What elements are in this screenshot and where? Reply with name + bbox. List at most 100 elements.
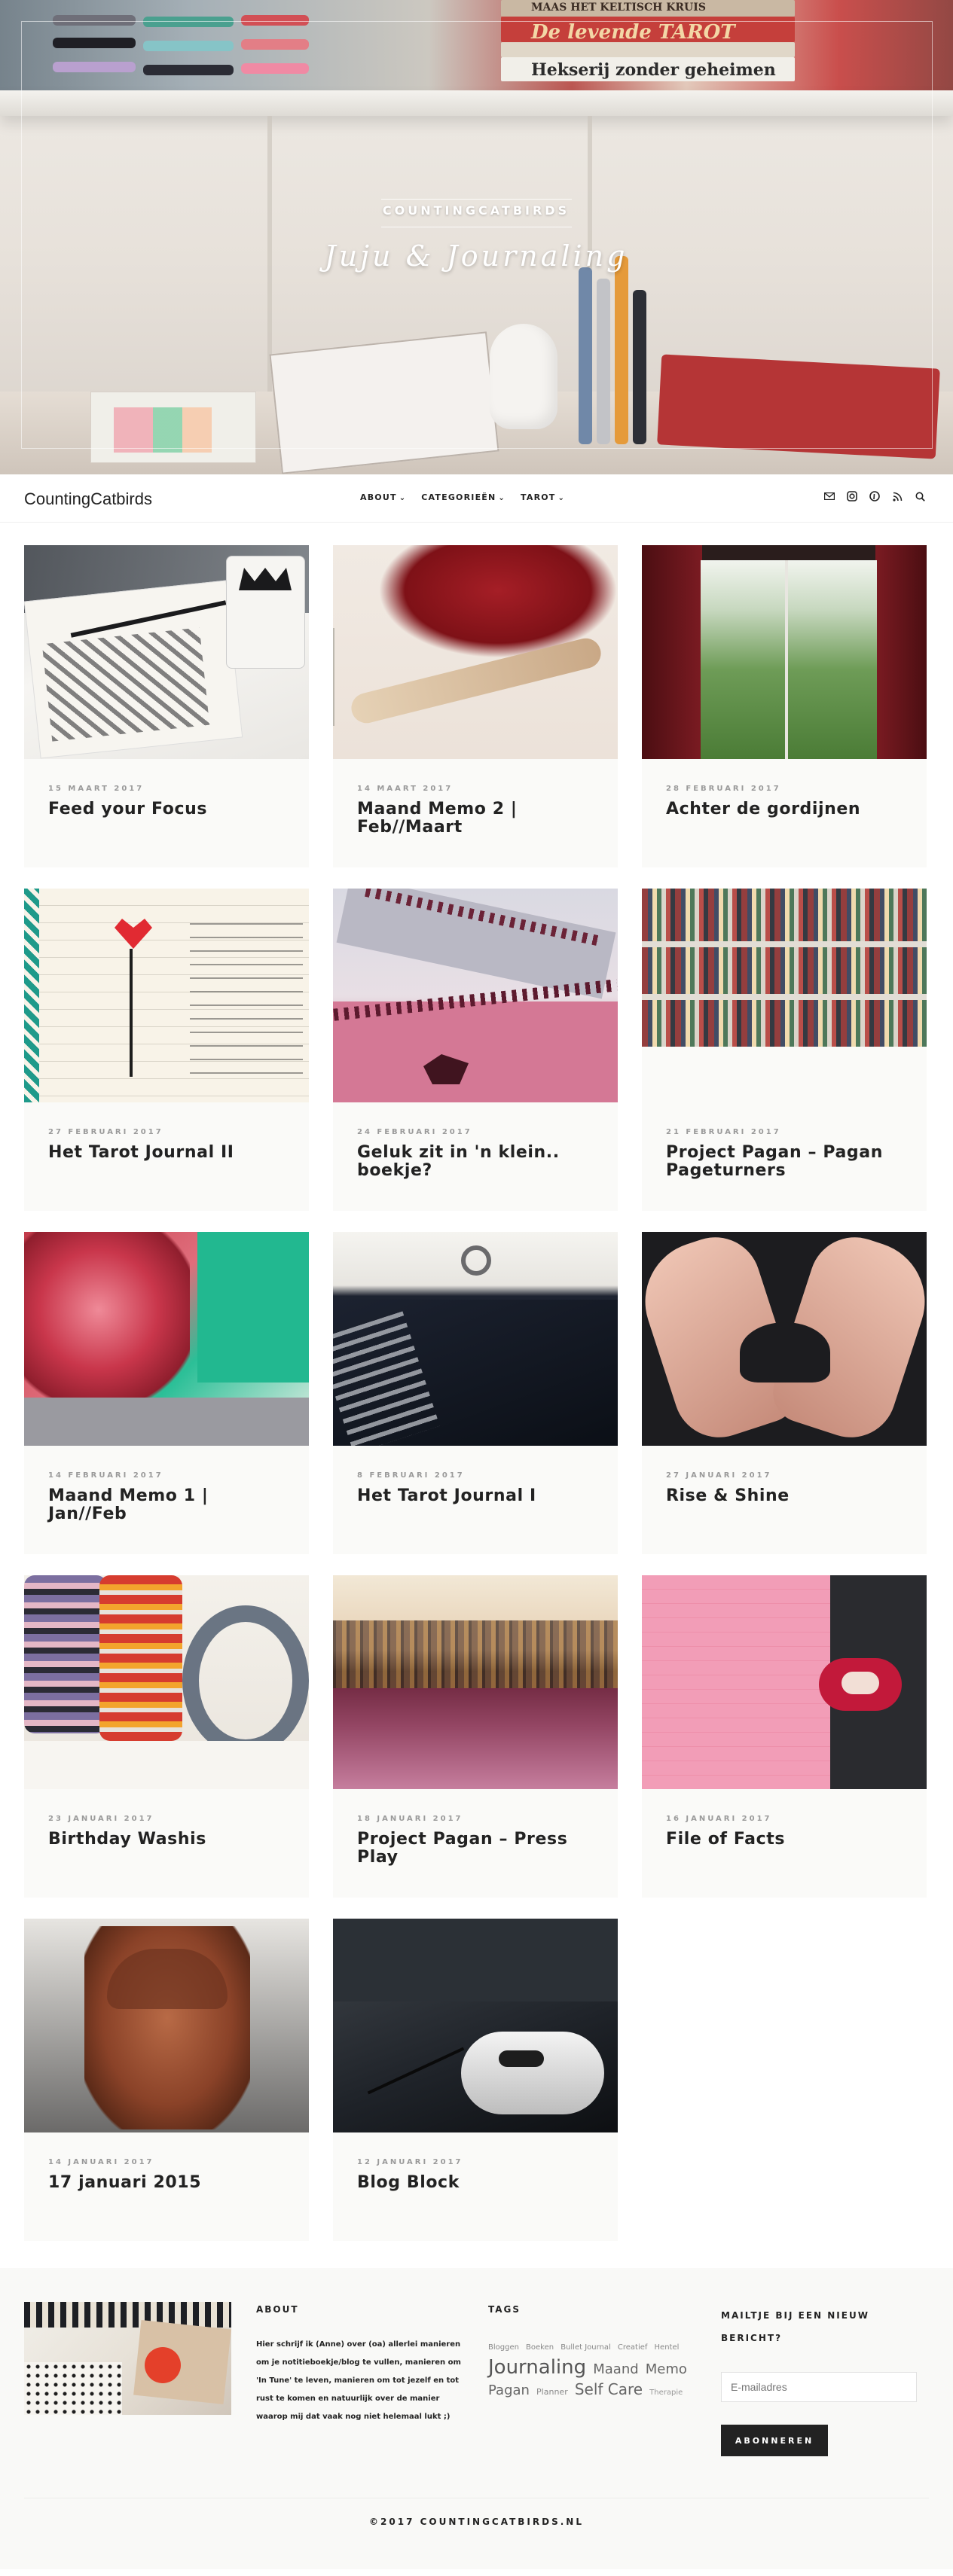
rss-icon[interactable] bbox=[890, 489, 904, 503]
post-title[interactable]: Rise & Shine bbox=[666, 1486, 903, 1505]
post-card[interactable]: 12 JANUARI 2017 Blog Block bbox=[333, 1919, 618, 2241]
post-meta: 14 JANUARI 2017 17 januari 2015 bbox=[24, 2132, 309, 2241]
post-title[interactable]: 17 januari 2015 bbox=[48, 2173, 285, 2192]
post-title[interactable]: Blog Block bbox=[357, 2173, 594, 2192]
post-date: 14 MAART 2017 bbox=[357, 785, 454, 793]
post-thumbnail[interactable] bbox=[24, 545, 309, 759]
subscribe-button[interactable]: ABONNEREN bbox=[721, 2425, 828, 2456]
post-title[interactable]: Maand Memo 1 | Jan//Feb bbox=[48, 1486, 285, 1523]
email-field[interactable] bbox=[721, 2372, 917, 2402]
post-row: 15 MAART 2017 Feed your Focus 14 MAART 2… bbox=[24, 545, 929, 867]
post-card[interactable]: 28 FEBRUARI 2017 Achter de gordijnen bbox=[642, 545, 927, 867]
post-card[interactable]: 24 FEBRUARI 2017 Geluk zit in 'n klein..… bbox=[333, 889, 618, 1211]
post-date: 16 JANUARI 2017 bbox=[666, 1815, 772, 1823]
post-card[interactable]: 23 JANUARI 2017 Birthday Washis bbox=[24, 1575, 309, 1898]
pinterest-icon[interactable] bbox=[868, 489, 881, 503]
chevron-down-icon: ⌄ bbox=[498, 494, 506, 502]
post-meta: 18 JANUARI 2017 Project Pagan – Press Pl… bbox=[333, 1789, 618, 1898]
post-meta: 27 JANUARI 2017 Rise & Shine bbox=[642, 1446, 927, 1554]
tag-link[interactable]: Bullet Journal bbox=[560, 2338, 611, 2358]
post-meta: 15 MAART 2017 Feed your Focus bbox=[24, 759, 309, 867]
footer-tags: TAGS Bloggen Boeken Bullet Journal Creat… bbox=[488, 2304, 699, 2403]
post-thumbnail[interactable] bbox=[642, 1575, 927, 1789]
tag-link[interactable]: Boeken bbox=[526, 2338, 554, 2358]
post-card[interactable]: 14 MAART 2017 Maand Memo 2 | Feb//Maart bbox=[333, 545, 618, 867]
post-grid: 15 MAART 2017 Feed your Focus 14 MAART 2… bbox=[0, 545, 953, 2241]
post-thumbnail[interactable] bbox=[333, 889, 618, 1102]
about-text: Hier schrijf ik (Anne) over (oa) allerle… bbox=[256, 2340, 461, 2421]
post-title[interactable]: Het Tarot Journal II bbox=[48, 1143, 285, 1162]
nav-menu: ABOUT ⌄ CATEGORIEËN ⌄ TAROT ⌄ bbox=[360, 492, 565, 502]
tag-cloud: Bloggen Boeken Bullet Journal Creatief H… bbox=[488, 2336, 699, 2403]
post-date: 21 FEBRUARI 2017 bbox=[666, 1128, 781, 1136]
post-card[interactable]: 14 FEBRUARI 2017 Maand Memo 1 | Jan//Feb bbox=[24, 1232, 309, 1554]
footer-subscribe: MAILTJE BIJ EEN NIEUW BERICHT? ABONNEREN bbox=[721, 2304, 928, 2456]
post-card[interactable]: 8 FEBRUARI 2017 Het Tarot Journal I bbox=[333, 1232, 618, 1554]
post-title[interactable]: Maand Memo 2 | Feb//Maart bbox=[357, 800, 594, 837]
post-meta: 14 MAART 2017 Maand Memo 2 | Feb//Maart bbox=[333, 759, 618, 867]
tag-link[interactable]: Bloggen bbox=[488, 2338, 519, 2358]
post-title[interactable]: Feed your Focus bbox=[48, 800, 285, 819]
instagram-icon[interactable] bbox=[845, 489, 859, 503]
hero-book-text: MAAS HET KELTISCH KRUIS bbox=[531, 2, 706, 14]
post-thumbnail[interactable] bbox=[24, 1919, 309, 2132]
post-title[interactable]: Het Tarot Journal I bbox=[357, 1486, 594, 1505]
post-thumbnail[interactable] bbox=[333, 1575, 618, 1789]
post-thumbnail[interactable] bbox=[333, 1232, 618, 1446]
post-thumbnail[interactable] bbox=[333, 1919, 618, 2132]
tag-link[interactable]: Therapie bbox=[649, 2383, 683, 2403]
post-title[interactable]: Project Pagan – Pagan Pageturners bbox=[666, 1143, 903, 1180]
tag-link[interactable]: Hentel bbox=[655, 2338, 680, 2358]
nav-item-label: TAROT bbox=[521, 492, 556, 502]
post-thumbnail[interactable] bbox=[24, 1232, 309, 1446]
tag-link[interactable]: Planner bbox=[536, 2382, 568, 2402]
nav-item-tarot[interactable]: TAROT ⌄ bbox=[521, 492, 565, 502]
tag-link[interactable]: Memo bbox=[646, 2360, 687, 2379]
post-card[interactable]: 16 JANUARI 2017 File of Facts bbox=[642, 1575, 927, 1898]
post-title[interactable]: Geluk zit in 'n klein.. boekje? bbox=[357, 1143, 594, 1180]
nav-item-label: ABOUT bbox=[360, 492, 397, 502]
post-card[interactable]: 27 JANUARI 2017 Rise & Shine bbox=[642, 1232, 927, 1554]
tags-heading: TAGS bbox=[488, 2304, 521, 2315]
post-title[interactable]: Achter de gordijnen bbox=[666, 800, 903, 819]
mail-icon[interactable] bbox=[823, 489, 836, 503]
tag-link[interactable]: Journaling bbox=[488, 2358, 586, 2377]
site-title[interactable]: CountingCatbirds bbox=[24, 489, 152, 509]
hero-banner: MAAS HET KELTISCH KRUIS De levende TAROT… bbox=[0, 0, 953, 474]
nav-item-categories[interactable]: CATEGORIEËN ⌄ bbox=[421, 492, 506, 502]
post-thumbnail[interactable] bbox=[642, 1232, 927, 1446]
post-date: 12 JANUARI 2017 bbox=[357, 2158, 463, 2166]
post-date: 14 JANUARI 2017 bbox=[48, 2158, 154, 2166]
tag-link[interactable]: Pagan bbox=[488, 2381, 530, 2401]
post-date: 23 JANUARI 2017 bbox=[48, 1815, 154, 1823]
chevron-down-icon: ⌄ bbox=[399, 494, 407, 502]
tag-link[interactable]: Creatief bbox=[618, 2338, 648, 2358]
post-thumbnail[interactable] bbox=[642, 545, 927, 759]
post-thumbnail[interactable] bbox=[24, 1575, 309, 1789]
chevron-down-icon: ⌄ bbox=[557, 494, 566, 502]
post-title[interactable]: Project Pagan – Press Play bbox=[357, 1830, 594, 1867]
tag-link[interactable]: Self Care bbox=[575, 2379, 643, 2399]
nav-item-label: CATEGORIEËN bbox=[421, 492, 496, 502]
post-date: 24 FEBRUARI 2017 bbox=[357, 1128, 472, 1136]
about-heading: ABOUT bbox=[256, 2304, 299, 2315]
post-card[interactable]: 14 JANUARI 2017 17 januari 2015 bbox=[24, 1919, 309, 2241]
empty-slot bbox=[642, 1919, 927, 2241]
post-meta: 23 JANUARI 2017 Birthday Washis bbox=[24, 1789, 309, 1898]
tag-link[interactable]: Maand bbox=[593, 2360, 638, 2379]
copyright: ©2017 COUNTINGCATBIRDS.NL bbox=[369, 2517, 584, 2527]
post-thumbnail[interactable] bbox=[642, 889, 927, 1047]
nav-item-about[interactable]: ABOUT ⌄ bbox=[360, 492, 406, 502]
site-brand[interactable]: COUNTINGCATBIRDS bbox=[325, 203, 627, 218]
post-title[interactable]: Birthday Washis bbox=[48, 1830, 285, 1849]
post-title[interactable]: File of Facts bbox=[666, 1830, 903, 1849]
site-footer: ABOUT Hier schrijf ik (Anne) over (oa) a… bbox=[0, 2268, 953, 2569]
post-thumbnail[interactable] bbox=[24, 889, 309, 1102]
post-card[interactable]: 27 FEBRUARI 2017 Het Tarot Journal II bbox=[24, 889, 309, 1211]
search-icon[interactable] bbox=[913, 489, 927, 503]
post-thumbnail[interactable] bbox=[333, 545, 618, 759]
post-card[interactable]: 15 MAART 2017 Feed your Focus bbox=[24, 545, 309, 867]
post-meta: 27 FEBRUARI 2017 Het Tarot Journal II bbox=[24, 1102, 309, 1211]
post-card[interactable]: 21 FEBRUARI 2017 Project Pagan – Pagan P… bbox=[642, 889, 927, 1211]
post-card[interactable]: 18 JANUARI 2017 Project Pagan – Press Pl… bbox=[333, 1575, 618, 1898]
